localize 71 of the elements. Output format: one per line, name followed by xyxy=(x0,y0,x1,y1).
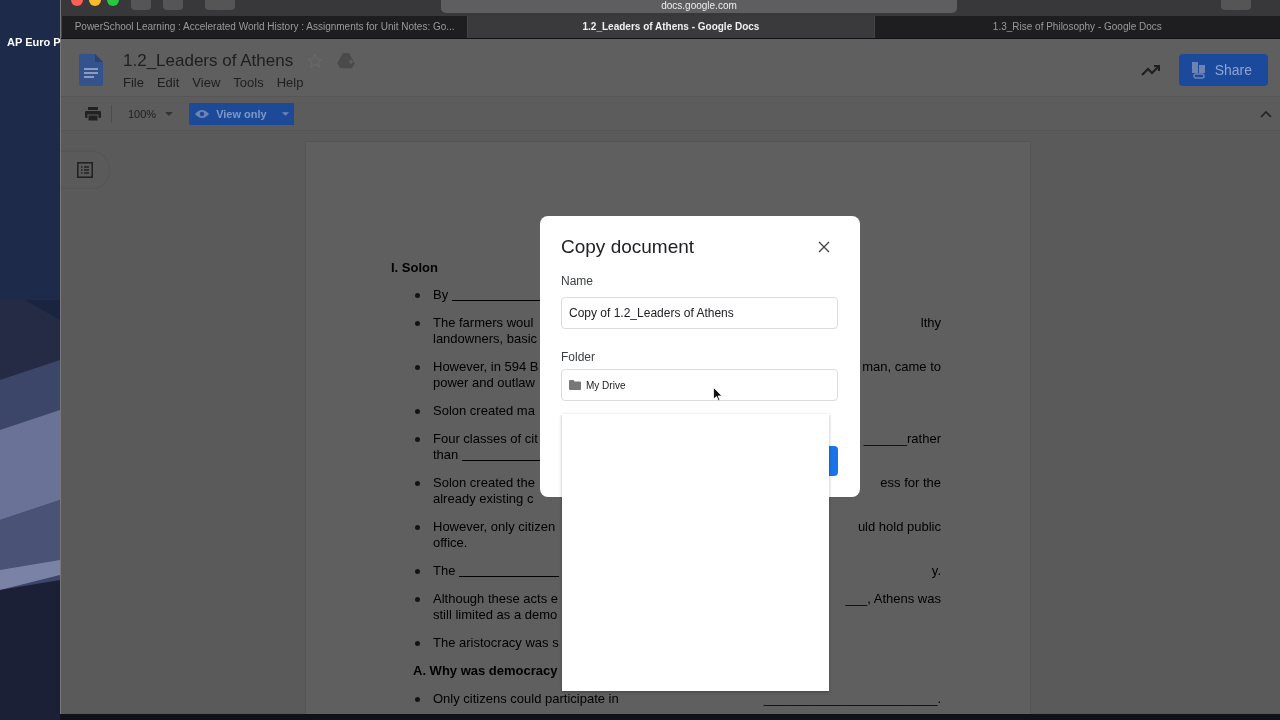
document-text: ess for the xyxy=(880,475,941,491)
document-title[interactable]: 1.2_Leaders of Athens xyxy=(123,51,294,71)
menu-item[interactable]: Edit xyxy=(156,75,180,90)
document-text: However, in 594 B xyxy=(433,359,539,375)
caret-icon xyxy=(165,111,174,116)
bullet-icon xyxy=(415,597,420,602)
menu-item[interactable]: File xyxy=(123,75,144,90)
outline-icon xyxy=(77,162,93,178)
document-text: I. Solon xyxy=(391,260,438,276)
document-text: already existing c xyxy=(433,491,534,507)
document-text: Four classes of cit xyxy=(433,431,538,447)
document-text: than xyxy=(433,447,459,463)
document-text: ___, Athens was xyxy=(845,591,941,607)
outline-tab[interactable] xyxy=(61,151,110,189)
folder-picker[interactable]: My Drive xyxy=(561,369,838,401)
bullet-icon xyxy=(415,569,420,574)
bullet-icon xyxy=(415,293,420,298)
document-text: By xyxy=(433,287,449,303)
document-text: uld hold public xyxy=(857,519,941,535)
document-text: The xyxy=(433,563,456,579)
document-icon[interactable] xyxy=(79,54,103,86)
bullet-icon xyxy=(415,481,420,486)
document-text: ________________________. xyxy=(763,691,941,707)
document-text: lthy xyxy=(920,315,941,331)
document-text: power and outlaw xyxy=(433,375,535,391)
share-icon xyxy=(1190,61,1207,79)
back-button[interactable] xyxy=(131,0,151,10)
browser-tab[interactable]: 1.3_Rise of Philosophy - Google Docs xyxy=(873,16,1280,38)
bullet-icon xyxy=(415,437,420,442)
folder-icon xyxy=(569,380,581,390)
document-text: y. xyxy=(931,563,941,579)
trend-icon[interactable] xyxy=(1140,64,1161,76)
document-text: office. xyxy=(433,535,468,551)
bullet-icon xyxy=(415,365,420,370)
zoom-dropdown[interactable]: 100% xyxy=(122,107,180,120)
document-text: However, only citizen xyxy=(433,519,556,535)
field-label: Name xyxy=(561,274,593,288)
document-text: Although these acts e xyxy=(433,591,559,607)
share-button[interactable]: Share xyxy=(1178,54,1268,86)
document-text: man, came to xyxy=(862,359,941,375)
desktop-icon-label[interactable]: AP Euro P xyxy=(7,36,61,48)
print-icon[interactable] xyxy=(85,106,101,121)
bullet-icon xyxy=(415,321,420,326)
browser-tab[interactable]: 1.2_Leaders of Athens - Google Docs xyxy=(467,16,874,38)
document-text: Solon created the xyxy=(433,475,535,491)
document-text: Only citizens could participate in xyxy=(433,691,619,707)
bullet-icon xyxy=(415,409,420,414)
menu-item[interactable]: View xyxy=(192,75,221,90)
mode-button[interactable]: View only xyxy=(189,102,294,125)
document-text: ______rather xyxy=(863,431,941,447)
eye-icon xyxy=(195,108,210,119)
document-text: landowners, basic xyxy=(433,331,538,347)
document-text: The aristocracy was s xyxy=(433,635,559,651)
document-text: A. Why was democracy xyxy=(413,663,558,679)
field-label: Folder xyxy=(561,350,595,364)
bullet-icon xyxy=(415,641,420,646)
menu-item[interactable]: Tools xyxy=(233,75,264,90)
document-text: Solon created ma xyxy=(433,403,535,419)
chevron-up-icon[interactable] xyxy=(1260,109,1272,118)
document-text: still limited as a demo xyxy=(433,607,558,623)
forward-button[interactable] xyxy=(163,0,183,10)
address-bar[interactable]: docs.google.com xyxy=(441,0,957,13)
menu-item[interactable]: Help xyxy=(276,75,304,90)
close-icon[interactable] xyxy=(818,241,830,253)
bullet-icon xyxy=(415,525,420,530)
caret-icon xyxy=(281,111,289,116)
dialog-title: Copy document xyxy=(561,236,695,258)
cursor-icon xyxy=(713,387,723,402)
document-text: The farmers woul xyxy=(433,315,534,331)
bullet-icon xyxy=(415,697,420,702)
name-field[interactable]: Copy of 1.2_Leaders of Athens xyxy=(561,297,838,329)
